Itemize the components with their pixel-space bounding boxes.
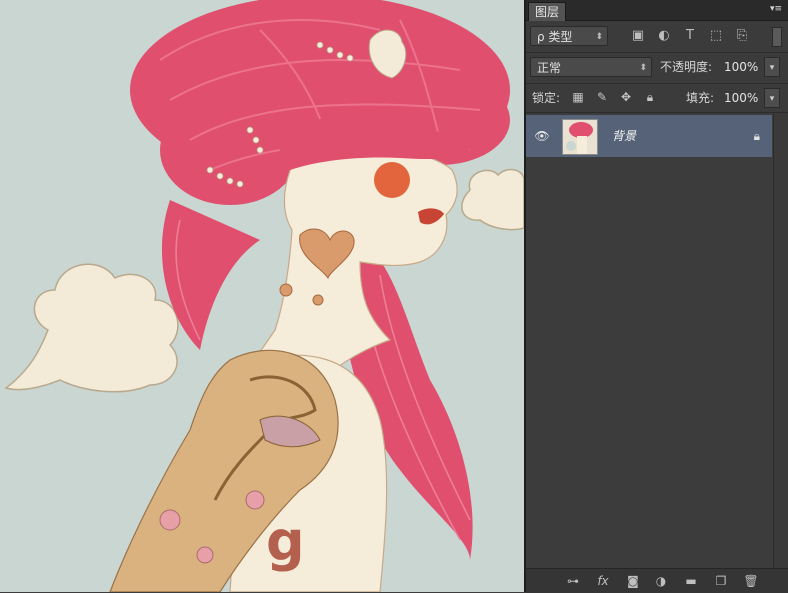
chevron-updown-icon: ⬍ [639, 63, 647, 73]
opacity-slider-button[interactable]: ▾ [764, 57, 780, 77]
fill-slider-button[interactable]: ▾ [764, 88, 780, 108]
layer-locked-icon: 🔒︎ [753, 129, 760, 143]
lock-row: 锁定: ▦ ✎ ✥ 🔒︎ 填充: 100% ▾ [526, 83, 788, 112]
eye-visibility-icon[interactable]: 👁︎ [534, 128, 550, 144]
cheek-blush [374, 162, 410, 198]
document-canvas[interactable]: g [0, 0, 524, 592]
panel-header: 图层 ▾≡ [526, 0, 788, 21]
shape-filter-icon[interactable]: ⬚ [708, 28, 724, 44]
link-layers-icon[interactable]: ⊶ [564, 573, 582, 589]
blend-mode-label: 正常 [537, 61, 562, 75]
smart-object-filter-icon[interactable]: ⎘ [734, 28, 750, 44]
text-filter-icon[interactable]: T [682, 28, 698, 44]
filter-kind-label: ρ 类型 [537, 30, 573, 44]
lock-all-icon[interactable]: 🔒︎ [642, 89, 658, 105]
layers-list: 👁︎ 背景 🔒︎ [526, 112, 788, 569]
lock-position-icon[interactable]: ✥ [618, 89, 634, 105]
g-letter-tattoo: g [266, 510, 305, 573]
layers-panel: 图层 ▾≡ ρ 类型 ⬍ ▣ ◐ T ⬚ ⎘ 正常 ⬍ 不透明度: 100% ▾… [526, 0, 788, 593]
fill-label: 填充: [686, 91, 715, 105]
layers-tab[interactable]: 图层 [528, 2, 567, 21]
layers-footer-toolbar: ⊶ fx ◙ ◑ ▬ ❐ 🗑︎ [526, 568, 788, 593]
layer-filter-row: ρ 类型 ⬍ ▣ ◐ T ⬚ ⎘ [526, 21, 788, 51]
delete-trash-icon[interactable]: 🗑︎ [742, 573, 760, 589]
lock-label: 锁定: [532, 91, 561, 105]
group-folder-icon[interactable]: ▬ [682, 573, 700, 589]
image-filter-icon[interactable]: ▣ [630, 28, 646, 44]
fill-input[interactable]: 100% [724, 88, 758, 108]
layer-thumbnail [562, 119, 598, 155]
chevron-updown-icon: ⬍ [595, 32, 603, 42]
lock-transparent-pixels-icon[interactable]: ▦ [570, 89, 586, 105]
layer-row-background[interactable]: 👁︎ 背景 🔒︎ [526, 115, 772, 157]
layer-name-label[interactable]: 背景 [612, 127, 636, 145]
panel-menu-icon[interactable]: ▾≡ [770, 3, 782, 15]
adjustment-filter-icon[interactable]: ◐ [656, 28, 672, 44]
new-layer-icon[interactable]: ❐ [712, 573, 730, 589]
thumbnail-preview [563, 120, 597, 154]
lock-image-pixels-icon[interactable]: ✎ [594, 89, 610, 105]
fx-icon[interactable]: fx [594, 573, 612, 589]
opacity-label: 不透明度: [660, 60, 713, 74]
opacity-input[interactable]: 100% [724, 57, 758, 77]
layers-scrollbar[interactable] [773, 113, 788, 569]
filter-toggle-switch[interactable] [772, 27, 782, 47]
filter-kind-dropdown[interactable]: ρ 类型 ⬍ [530, 26, 608, 46]
mask-icon[interactable]: ◙ [624, 573, 642, 589]
blend-row: 正常 ⬍ 不透明度: 100% ▾ [526, 52, 788, 81]
adjustment-layer-icon[interactable]: ◑ [652, 573, 670, 589]
blend-mode-dropdown[interactable]: 正常 ⬍ [530, 57, 652, 77]
artwork-illustration: g [0, 0, 524, 592]
